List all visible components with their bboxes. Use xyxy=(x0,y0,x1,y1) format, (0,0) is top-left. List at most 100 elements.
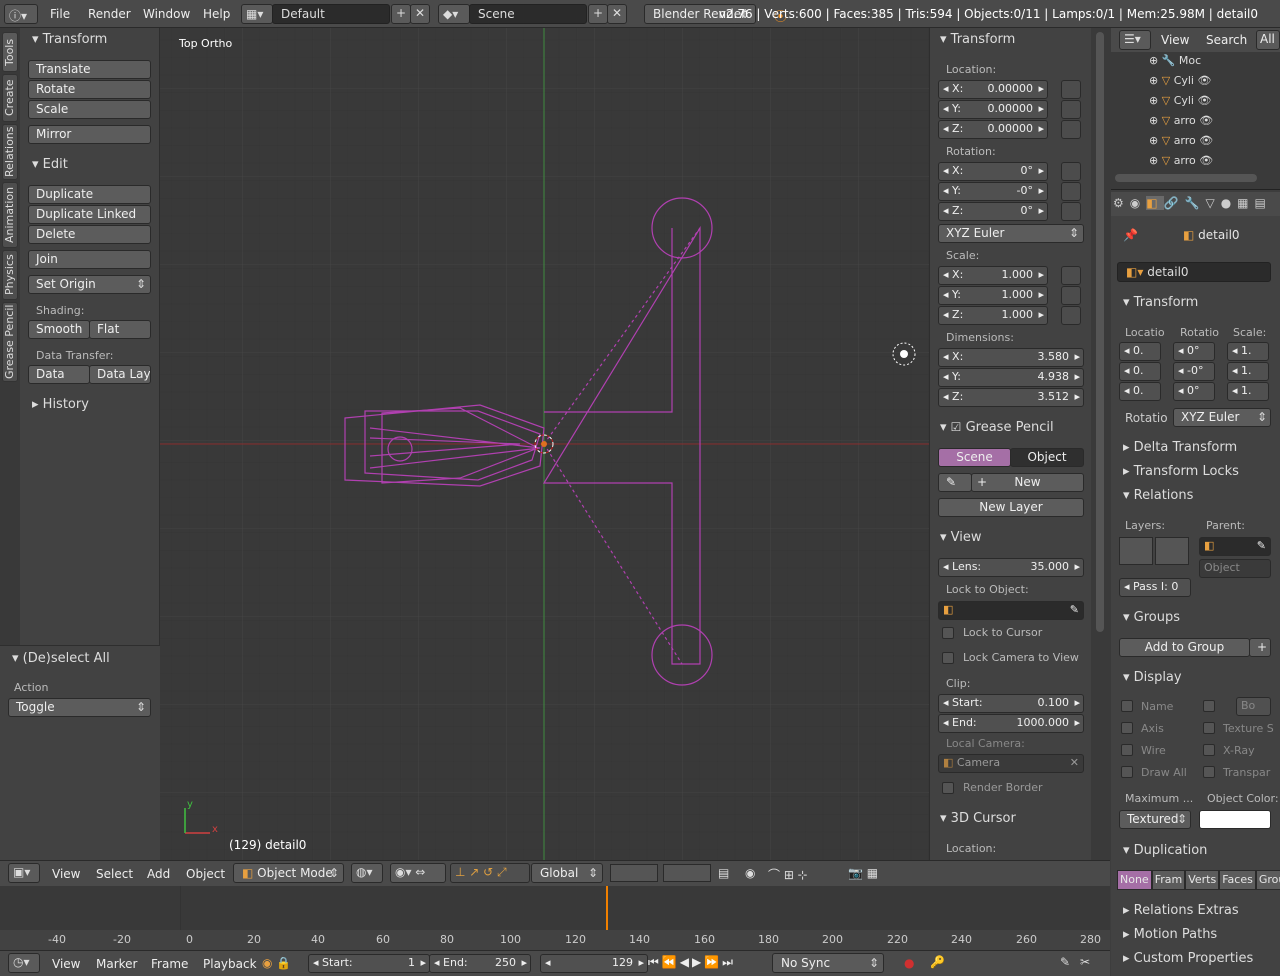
scene-field[interactable]: Scene xyxy=(469,4,587,24)
set-origin-select[interactable]: Set Origin ⇕ xyxy=(28,275,151,294)
edit-panel-header[interactable]: ▾ Edit xyxy=(32,157,68,172)
checkbox-checked-icon[interactable]: ☑ xyxy=(951,420,962,434)
timeline-view-menu[interactable]: View xyxy=(52,957,80,971)
local-camera-field[interactable]: ◧ Camera ✕ xyxy=(938,754,1084,773)
tab-animation[interactable]: Animation xyxy=(2,182,18,248)
start-frame-field[interactable]: ◂ Start: 1 ▸ xyxy=(308,954,430,973)
draw-all-checkbox[interactable] xyxy=(1121,766,1133,778)
outliner-row[interactable]: ⊕ ▽ arro 👁 xyxy=(1149,154,1269,167)
action-select[interactable]: Toggle ⇕ xyxy=(8,698,151,717)
mirror-button[interactable]: Mirror xyxy=(28,125,151,144)
outliner-view-menu[interactable]: View xyxy=(1161,33,1189,47)
outliner-filter-select[interactable]: All xyxy=(1256,30,1280,50)
outliner-row[interactable]: ⊕ ▽ arro 👁 xyxy=(1149,114,1269,127)
frame-menu[interactable]: Frame xyxy=(151,957,188,971)
keying-set-icon[interactable]: 🔑 xyxy=(930,955,945,969)
gp-brush-icon[interactable]: ✎ xyxy=(938,473,972,492)
dup-verts-button[interactable]: Verts xyxy=(1185,870,1220,890)
scene-selector[interactable]: ◆▾ xyxy=(438,4,470,24)
props-loc-z[interactable]: ◂ 0. xyxy=(1119,382,1161,401)
props-rot-z[interactable]: ◂ 0° xyxy=(1173,382,1215,401)
transform-locks-header[interactable]: ▸ Transform Locks xyxy=(1123,464,1239,479)
eye-icon[interactable]: 👁 xyxy=(1199,114,1213,127)
layer-buttons-1[interactable] xyxy=(610,864,658,882)
add-scene-button[interactable]: + xyxy=(588,4,608,24)
bounds-checkbox[interactable] xyxy=(1203,700,1215,712)
current-frame-line[interactable] xyxy=(606,886,608,930)
menu-render[interactable]: Render xyxy=(88,7,131,21)
screen-layout-field[interactable]: Default xyxy=(272,4,390,24)
lock-camera-checkbox[interactable] xyxy=(942,652,954,664)
parent-field[interactable]: ◧ ✎ xyxy=(1199,537,1271,556)
duplication-header[interactable]: ▾ Duplication xyxy=(1123,843,1207,858)
props-scl-x[interactable]: ◂ 1. xyxy=(1227,342,1269,361)
playback-controls[interactable]: ⏮⏪◀▶⏩⏭ xyxy=(648,955,736,970)
outliner-search-menu[interactable]: Search xyxy=(1206,33,1247,47)
lock-to-cursor-checkbox[interactable] xyxy=(942,627,954,639)
mode-select[interactable]: ◧ Object Mode ⇕ xyxy=(233,863,344,883)
relations-extras-header[interactable]: ▸ Relations Extras xyxy=(1123,903,1239,918)
dimensions-z-field[interactable]: ◂ Z: 3.512 ▸ xyxy=(938,388,1084,407)
outliner-row[interactable]: ⊕ ▽ arro 👁 xyxy=(1149,134,1269,147)
gp-object-button[interactable]: Object xyxy=(1010,448,1084,467)
remove-layout-button[interactable]: ✕ xyxy=(410,4,430,24)
scale-z-field[interactable]: ◂ Z: 1.000 ▸ xyxy=(938,306,1048,325)
timeline[interactable]: -40 -20 0 20 40 60 80 100 120 140 160 18… xyxy=(0,886,1110,950)
dup-frames-button[interactable]: Fram xyxy=(1151,870,1186,890)
manipulator-toggles[interactable]: ⊥ ↗ ↺ ⤢ xyxy=(450,863,530,883)
snap-icon[interactable]: ⌒ ⊞ ⊹ xyxy=(768,866,808,883)
dup-none-button[interactable]: None xyxy=(1117,870,1152,890)
eye-icon[interactable]: 👁 xyxy=(1199,154,1213,167)
current-frame-field[interactable]: ◂ 129 ▸ xyxy=(540,954,648,973)
tab-create[interactable]: Create xyxy=(2,74,18,122)
select-menu[interactable]: Select xyxy=(96,867,133,881)
display-header[interactable]: ▾ Display xyxy=(1123,670,1182,685)
editor-type-info-button[interactable]: ⓘ▾ xyxy=(4,4,38,24)
add-layout-button[interactable]: + xyxy=(391,4,411,24)
keyframe-delete-icon[interactable]: ✂ xyxy=(1080,955,1090,969)
lock-scale-z-icon[interactable] xyxy=(1061,306,1081,325)
relations-header[interactable]: ▾ Relations xyxy=(1123,488,1193,503)
location-z-field[interactable]: ◂ Z: 0.00000 ▸ xyxy=(938,120,1048,139)
end-frame-field[interactable]: ◂ End: 250 ▸ xyxy=(429,954,531,973)
parent-type-select[interactable]: Object xyxy=(1199,559,1271,578)
close-icon[interactable]: ✕ xyxy=(1070,756,1079,769)
rotation-mode-select[interactable]: XYZ Euler ⇕ xyxy=(938,224,1084,243)
outliner-row[interactable]: ⊕ 🔧 Moc xyxy=(1149,54,1269,67)
layer-grid-1[interactable] xyxy=(1119,537,1153,565)
gp-new-button[interactable]: + New xyxy=(971,473,1084,492)
dup-group-button[interactable]: Group xyxy=(1255,870,1280,890)
rotate-button[interactable]: Rotate xyxy=(28,80,151,99)
viewport-canvas[interactable]: x y xyxy=(160,28,929,860)
plus-icon[interactable]: + xyxy=(1249,638,1271,657)
clip-start-field[interactable]: ◂ Start: 0.100 ▸ xyxy=(938,694,1084,713)
sync-mode-select[interactable]: No Sync ⇕ xyxy=(772,953,884,973)
max-draw-type-select[interactable]: Textured ⇕ xyxy=(1119,810,1191,829)
lock-rotation-z-icon[interactable] xyxy=(1061,202,1081,221)
transparency-checkbox[interactable] xyxy=(1203,766,1215,778)
props-loc-y[interactable]: ◂ 0. xyxy=(1119,362,1161,381)
smooth-button[interactable]: Smooth xyxy=(28,320,90,339)
timeline-area[interactable] xyxy=(0,886,1110,930)
lock-rotation-x-icon[interactable] xyxy=(1061,162,1081,181)
join-button[interactable]: Join xyxy=(28,250,151,269)
render-only-icon[interactable]: ◉ xyxy=(745,866,755,880)
outliner-row[interactable]: ⊕ ▽ Cyli 👁 xyxy=(1149,94,1269,107)
region-scrollbar[interactable] xyxy=(1091,28,1111,860)
props-rot-y[interactable]: ◂ -0° xyxy=(1173,362,1215,381)
scrollbar-thumb[interactable] xyxy=(1096,32,1104,632)
playback-menu[interactable]: Playback xyxy=(203,957,257,971)
grease-pencil-header[interactable]: ▾ ☑ Grease Pencil xyxy=(940,420,1054,435)
lock-location-y-icon[interactable] xyxy=(1061,100,1081,119)
lock-scale-x-icon[interactable] xyxy=(1061,266,1081,285)
layer-buttons-2[interactable] xyxy=(663,864,711,882)
history-panel-header[interactable]: ▸ History xyxy=(32,397,89,412)
delete-button[interactable]: Delete xyxy=(28,225,151,244)
gp-new-layer-button[interactable]: New Layer xyxy=(938,498,1084,517)
scale-button[interactable]: Scale xyxy=(28,100,151,119)
delta-transform-header[interactable]: ▸ Delta Transform xyxy=(1123,440,1237,455)
clip-end-field[interactable]: ◂ End: 1000.000 ▸ xyxy=(938,714,1084,733)
duplicate-button[interactable]: Duplicate xyxy=(28,185,151,204)
location-x-field[interactable]: ◂ X: 0.00000 ▸ xyxy=(938,80,1048,99)
keyframe-insert-icon[interactable]: ✎ xyxy=(1060,955,1070,969)
